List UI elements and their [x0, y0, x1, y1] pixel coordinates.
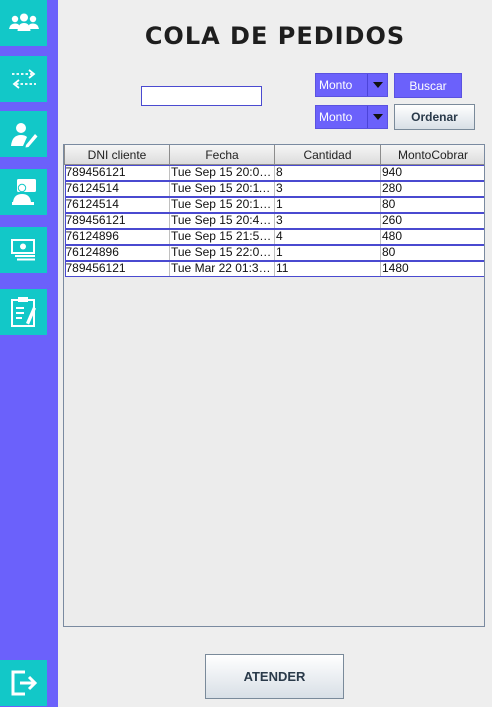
cell-fecha: Tue Sep 15 20:05:...: [169, 164, 275, 181]
orders-table[interactable]: DNI cliente Fecha Cantidad MontoCobrar 7…: [63, 144, 485, 627]
search-input[interactable]: [141, 86, 262, 106]
cell-dni: 789456121: [64, 260, 170, 277]
sidebar-item-transferencias[interactable]: [0, 56, 47, 102]
chevron-down-icon[interactable]: [367, 74, 387, 96]
cell-dni: 76124896: [64, 244, 170, 261]
cell-cantidad: 3: [274, 180, 381, 197]
cell-dni: 76124896: [64, 228, 170, 245]
cell-dni: 76124514: [64, 196, 170, 213]
cell-dni: 789456121: [64, 212, 170, 229]
sort-button[interactable]: Ordenar: [394, 104, 475, 130]
cell-monto: 1480: [380, 260, 484, 277]
cell-fecha: Tue Sep 15 21:59:3...: [169, 228, 275, 245]
sort-combo-value: Monto: [319, 110, 353, 124]
cell-cantidad: 8: [274, 164, 381, 181]
table-row[interactable]: 76124896 Tue Sep 15 21:59:3... 4 480: [64, 228, 484, 245]
cell-fecha: Tue Sep 15 22:00:...: [169, 244, 275, 261]
column-header-monto[interactable]: MontoCobrar: [380, 145, 484, 165]
cell-cantidad: 4: [274, 228, 381, 245]
cell-cantidad: 1: [274, 196, 381, 213]
page-title: COLA DE PEDIDOS: [144, 22, 406, 50]
sidebar-item-editar-usuario[interactable]: [0, 111, 47, 157]
column-header-dni[interactable]: DNI cliente: [64, 145, 170, 165]
sort-combo[interactable]: Monto: [315, 105, 388, 129]
cell-dni: 789456121: [64, 164, 170, 181]
filter-combo[interactable]: Monto: [315, 73, 388, 97]
table-row[interactable]: 789456121 Tue Sep 15 20:47:... 3 260: [64, 212, 484, 229]
cell-monto: 80: [380, 196, 484, 213]
cell-cantidad: 3: [274, 212, 381, 229]
users-group-icon: [8, 13, 39, 31]
table-row[interactable]: 76124514 Tue Sep 15 20:11:4... 3 280: [64, 180, 484, 197]
cell-monto: 80: [380, 244, 484, 261]
cell-dni: 76124514: [64, 180, 170, 197]
cell-monto: 260: [380, 212, 484, 229]
sidebar-item-clientes[interactable]: [0, 0, 47, 46]
sidebar-item-pedidos[interactable]: [0, 289, 47, 335]
sidebar-item-empleados[interactable]: [0, 169, 47, 215]
attend-button[interactable]: ATENDER: [205, 654, 344, 699]
sidebar-item-pagos[interactable]: [0, 227, 47, 273]
cell-fecha: Tue Mar 22 01:32:...: [169, 260, 275, 277]
cell-monto: 940: [380, 164, 484, 181]
cell-cantidad: 11: [274, 260, 381, 277]
search-button[interactable]: Buscar: [394, 73, 462, 98]
table-header-row: DNI cliente Fecha Cantidad MontoCobrar: [64, 145, 484, 165]
user-desk-icon: [11, 179, 36, 205]
cell-fecha: Tue Sep 15 20:12:0...: [169, 196, 275, 213]
cell-monto: 280: [380, 180, 484, 197]
table-row[interactable]: 789456121 Tue Sep 15 20:05:... 8 940: [64, 164, 484, 181]
user-edit-icon: [10, 123, 37, 148]
transfer-arrows-icon: [11, 69, 36, 89]
table-row[interactable]: 76124896 Tue Sep 15 22:00:... 1 80: [64, 244, 484, 261]
column-header-fecha[interactable]: Fecha: [169, 145, 275, 165]
column-header-cantidad[interactable]: Cantidad: [274, 145, 381, 165]
chevron-down-icon[interactable]: [367, 106, 387, 128]
table-row[interactable]: 789456121 Tue Mar 22 01:32:... 11 1480: [64, 260, 484, 277]
filter-combo-value: Monto: [319, 78, 353, 92]
cell-fecha: Tue Sep 15 20:11:4...: [169, 180, 275, 197]
cell-cantidad: 1: [274, 244, 381, 261]
clipboard-icon: [10, 297, 36, 327]
cell-monto: 480: [380, 228, 484, 245]
cell-fecha: Tue Sep 15 20:47:...: [169, 212, 275, 229]
logout-button[interactable]: [0, 660, 47, 706]
logout-icon: [11, 670, 37, 696]
sidebar: [0, 0, 58, 707]
money-icon: [10, 239, 35, 261]
table-row[interactable]: 76124514 Tue Sep 15 20:12:0... 1 80: [64, 196, 484, 213]
